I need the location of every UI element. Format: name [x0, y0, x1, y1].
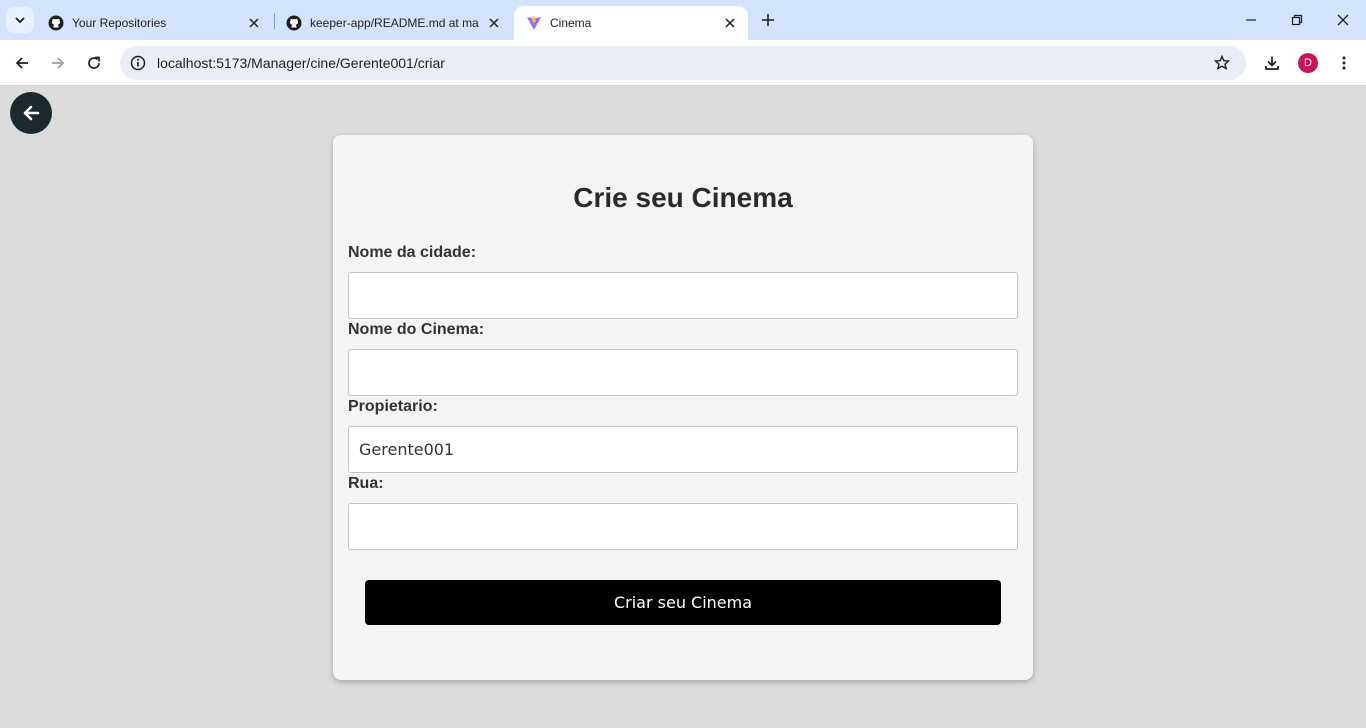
street-input[interactable]	[348, 503, 1018, 550]
restore-icon	[1291, 14, 1303, 26]
tab-strip: Your Repositories keeper-app/README.md a…	[0, 0, 1366, 40]
tab-title: keeper-app/README.md at ma	[310, 16, 479, 30]
owner-input[interactable]	[348, 426, 1018, 473]
tab-cinema[interactable]: Cinema	[514, 6, 748, 40]
arrow-right-icon	[52, 57, 65, 69]
tab-keeper-app-readme[interactable]: keeper-app/README.md at ma	[274, 6, 512, 40]
browser-toolbar: localhost:5173/Manager/cine/Gerente001/c…	[0, 40, 1366, 86]
cinema-name-input[interactable]	[348, 349, 1018, 396]
tab-search-button[interactable]	[6, 7, 34, 33]
back-button[interactable]	[10, 92, 52, 134]
plus-icon	[762, 14, 774, 26]
arrow-left-icon	[15, 57, 28, 69]
close-window-button[interactable]	[1320, 0, 1366, 40]
profile-avatar[interactable]: D	[1298, 53, 1318, 73]
vite-icon	[526, 15, 542, 31]
city-name-label: Nome da cidade:	[348, 244, 477, 261]
minimize-icon	[1246, 19, 1256, 21]
tab-title: Your Repositories	[72, 16, 167, 30]
new-tab-button[interactable]	[756, 8, 780, 32]
close-icon[interactable]	[486, 15, 502, 31]
close-icon	[1337, 14, 1349, 26]
chevron-down-icon	[15, 17, 25, 24]
street-label: Rua:	[348, 475, 384, 492]
back-nav-button[interactable]	[8, 49, 36, 77]
github-icon	[286, 15, 302, 31]
reload-button[interactable]	[80, 49, 108, 77]
download-icon	[1265, 56, 1279, 70]
create-cinema-button[interactable]: Criar seu Cinema	[365, 580, 1001, 625]
restore-button[interactable]	[1274, 0, 1320, 40]
create-cinema-form: Crie seu Cinema Nome da cidade: Nome do …	[333, 135, 1033, 680]
tab-title: Cinema	[550, 16, 592, 30]
form-title: Crie seu Cinema	[573, 182, 793, 213]
browser-menu-button[interactable]	[1330, 49, 1358, 77]
minimize-button[interactable]	[1228, 0, 1274, 40]
github-icon	[48, 15, 64, 31]
tab-your-repositories[interactable]: Your Repositories	[36, 6, 272, 40]
close-icon[interactable]	[246, 15, 262, 31]
site-info-icon[interactable]	[128, 53, 148, 73]
address-url: localhost:5173/Manager/cine/Gerente001/c…	[157, 55, 445, 71]
close-icon[interactable]	[722, 15, 738, 31]
more-vert-icon	[1342, 56, 1346, 70]
address-bar[interactable]: localhost:5173/Manager/cine/Gerente001/c…	[120, 46, 1246, 80]
city-name-input[interactable]	[348, 272, 1018, 319]
owner-label: Propietario:	[348, 398, 438, 415]
reload-icon	[88, 56, 100, 69]
downloads-button[interactable]	[1258, 49, 1286, 77]
star-icon[interactable]	[1212, 53, 1232, 73]
forward-nav-button[interactable]	[44, 49, 72, 77]
arrow-left-icon	[23, 105, 40, 121]
cinema-name-label: Nome do Cinema:	[348, 321, 485, 338]
